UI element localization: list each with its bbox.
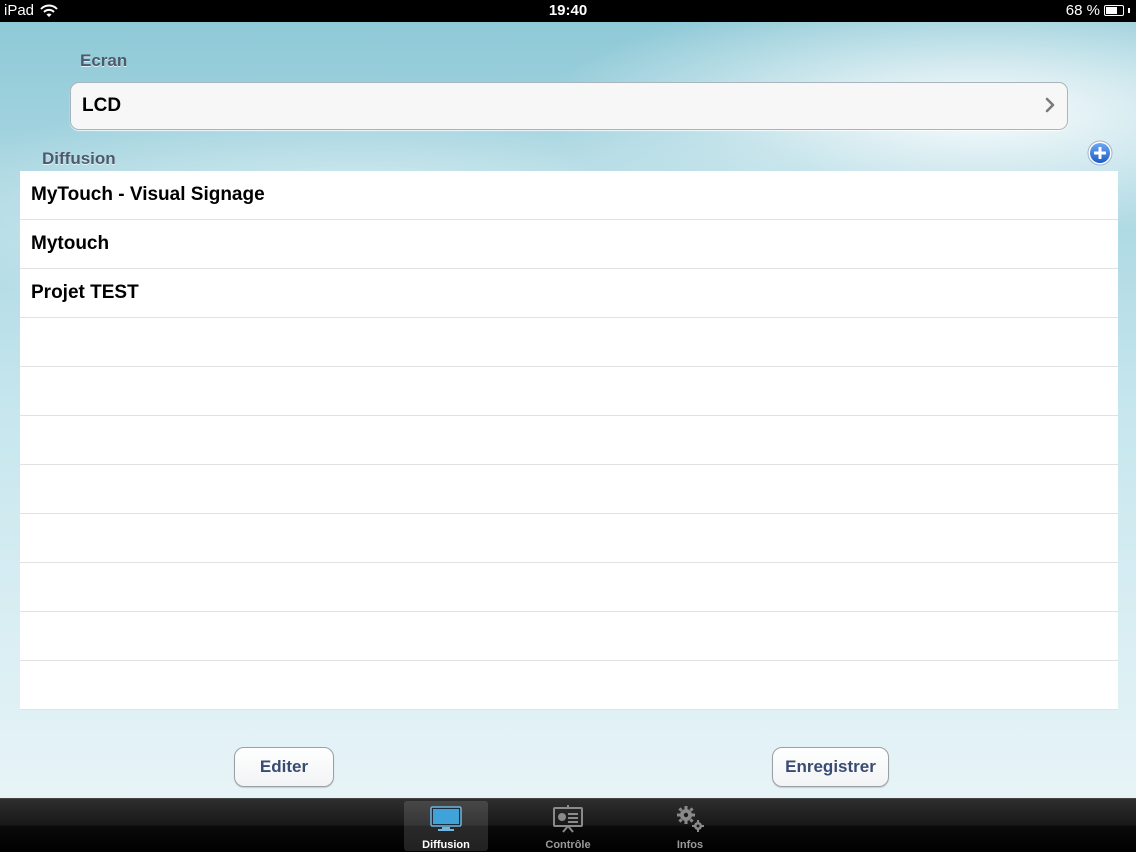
monitor-icon (430, 806, 462, 831)
screen-selector-value: LCD (82, 95, 122, 116)
save-button[interactable]: Enregistrer (772, 747, 889, 787)
battery-group: 68 % (1066, 2, 1130, 19)
list-item-label: MyTouch - Visual Signage (31, 184, 265, 205)
tab-controle[interactable]: Contrôle (526, 801, 610, 851)
empty-list-row (20, 661, 1118, 710)
edit-button[interactable]: Editer (234, 747, 334, 787)
battery-icon (1104, 5, 1124, 16)
presentation-board-icon (553, 805, 583, 833)
status-bar: iPad 19:40 68 % (0, 0, 1136, 22)
list-item[interactable]: Projet TEST (20, 269, 1118, 318)
tab-label-infos: Infos (676, 839, 704, 851)
list-item[interactable]: MyTouch - Visual Signage (20, 171, 1118, 220)
list-item-label: Mytouch (31, 233, 110, 254)
empty-list-row (20, 514, 1118, 563)
battery-tip (1128, 8, 1130, 13)
diffusion-list: MyTouch - Visual Signage Mytouch Projet TE… (20, 171, 1118, 710)
empty-list-row (20, 612, 1118, 661)
tab-label-controle: Contrôle (545, 839, 591, 851)
tab-label-diffusion: Diffusion (422, 839, 470, 851)
ipad-screen: iPad 19:40 68 % Ecran LCD Diffusion MyTo… (0, 0, 1136, 852)
empty-list-row (20, 465, 1118, 514)
chevron-right-icon (1045, 97, 1055, 113)
tab-infos[interactable]: Infos (648, 801, 732, 851)
battery-percent: 68 % (1065, 2, 1100, 19)
battery-level-fill (1106, 7, 1117, 14)
list-item-label: Projet TEST (31, 282, 139, 303)
empty-list-row (20, 318, 1118, 367)
list-item[interactable]: Mytouch (20, 220, 1118, 269)
tab-diffusion[interactable]: Diffusion (404, 801, 488, 851)
add-icon[interactable] (1087, 140, 1113, 166)
section-header-diffusion: Diffusion (42, 149, 116, 168)
empty-list-row (20, 416, 1118, 465)
empty-list-row (20, 367, 1118, 416)
screen-selector-cell[interactable]: LCD (70, 82, 1068, 130)
clock: 19:40 (548, 2, 588, 19)
section-header-ecran: Ecran (80, 51, 128, 70)
empty-list-row (20, 563, 1118, 612)
tab-bar: Diffusion Contrôle Infos (0, 798, 1136, 852)
main-content: Ecran LCD Diffusion MyTouch - Visual Sig… (0, 22, 1136, 798)
gears-icon (677, 806, 704, 832)
